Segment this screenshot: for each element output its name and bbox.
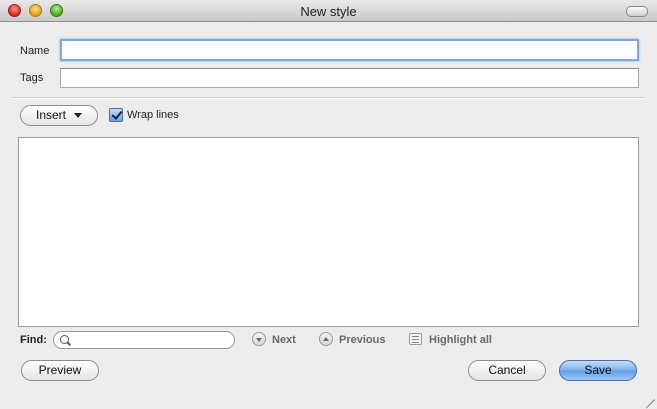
find-next-label: Next — [272, 334, 296, 346]
arrow-up-icon — [319, 332, 333, 346]
wrap-lines-label[interactable]: Wrap lines — [127, 109, 179, 121]
insert-dropdown-button[interactable]: Insert — [20, 105, 98, 126]
arrow-down-icon — [252, 332, 266, 346]
preview-button[interactable]: Preview — [21, 360, 99, 381]
new-style-window: New style Name Tags Insert Wrap lines Fi… — [0, 0, 657, 402]
highlight-all-label: Highlight all — [429, 334, 492, 346]
separator — [12, 97, 645, 99]
tags-input[interactable] — [60, 68, 639, 88]
resize-grip-icon[interactable] — [645, 390, 655, 400]
find-search-field[interactable] — [53, 331, 235, 349]
toolbar-toggle-button[interactable] — [626, 6, 648, 17]
cancel-button[interactable]: Cancel — [468, 360, 546, 381]
search-icon — [60, 335, 69, 344]
find-label: Find: — [20, 334, 47, 346]
chevron-down-icon — [74, 113, 82, 119]
title-bar[interactable]: New style — [0, 0, 657, 22]
name-label: Name — [20, 45, 50, 57]
insert-label: Insert — [35, 108, 66, 122]
wrap-lines-checkbox[interactable] — [109, 108, 123, 122]
checkmark-icon — [111, 108, 123, 120]
save-button[interactable]: Save — [559, 360, 637, 381]
highlight-list-icon — [409, 333, 422, 345]
tags-label: Tags — [20, 72, 44, 84]
find-previous-label: Previous — [339, 334, 386, 346]
name-input[interactable] — [60, 39, 639, 61]
style-code-editor[interactable] — [18, 137, 639, 327]
window-title: New style — [300, 4, 357, 19]
